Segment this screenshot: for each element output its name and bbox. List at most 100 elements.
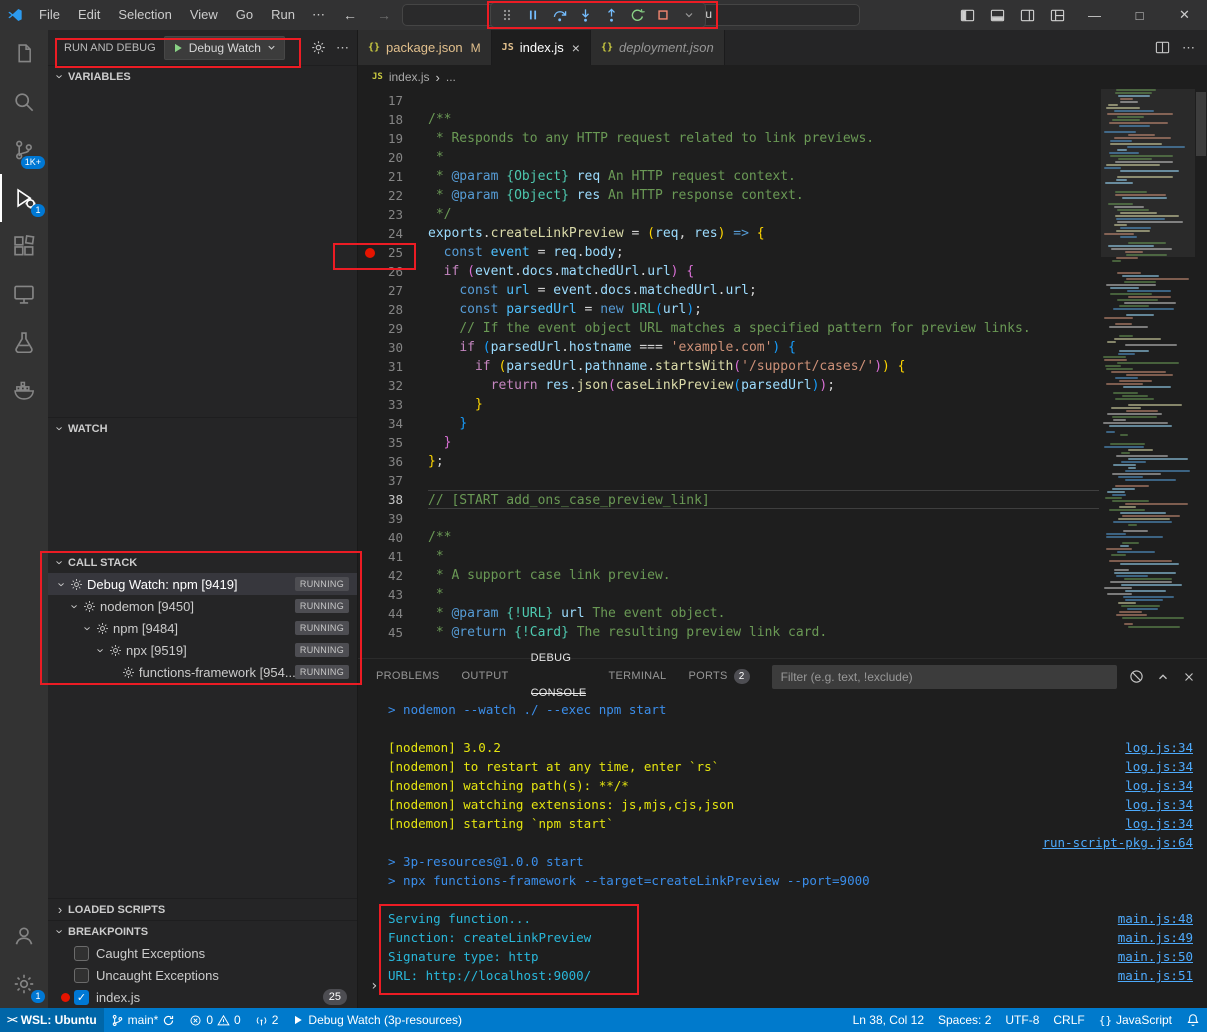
line-gutter[interactable]: 38 <box>358 490 428 509</box>
line-gutter[interactable]: 22 <box>358 186 428 205</box>
console-source-link[interactable]: log.js:34 <box>1125 776 1193 795</box>
line-gutter[interactable]: 34 <box>358 414 428 433</box>
cursor-position[interactable]: Ln 38, Col 12 <box>846 1008 931 1032</box>
minimap[interactable] <box>1101 89 1195 658</box>
accounts-icon[interactable] <box>0 912 48 960</box>
section-call-stack[interactable]: › CALL STACK <box>48 551 357 573</box>
code-line[interactable]: 33 } <box>358 395 1207 414</box>
run-and-debug-icon[interactable]: 1 <box>0 174 48 222</box>
testing-icon[interactable] <box>0 318 48 366</box>
code-line[interactable]: 41 * <box>358 547 1207 566</box>
code-line[interactable]: 27 const url = event.docs.matchedUrl.url… <box>358 281 1207 300</box>
code-line[interactable]: 18/** <box>358 110 1207 129</box>
customize-layout-icon[interactable] <box>1042 0 1072 30</box>
menu-file[interactable]: File <box>30 0 69 30</box>
line-gutter[interactable]: 40 <box>358 528 428 547</box>
line-gutter[interactable]: 32 <box>358 376 428 395</box>
source-control-icon[interactable]: 1K+ <box>0 126 48 174</box>
debug-console-output[interactable]: > nodemon --watch ./ --exec npm start[no… <box>358 694 1207 1008</box>
line-gutter[interactable]: 33 <box>358 395 428 414</box>
line-gutter[interactable]: 18 <box>358 110 428 129</box>
console-source-link[interactable]: log.js:34 <box>1125 738 1193 757</box>
line-gutter[interactable]: 25 <box>358 243 428 262</box>
menu-selection[interactable]: Selection <box>109 0 180 30</box>
remote-explorer-icon[interactable] <box>0 270 48 318</box>
close-button[interactable]: ✕ <box>1162 0 1207 30</box>
code-line[interactable]: 30 if (parsedUrl.hostname === 'example.c… <box>358 338 1207 357</box>
line-gutter[interactable]: 21 <box>358 167 428 186</box>
split-editor-icon[interactable] <box>1155 40 1170 55</box>
navigate-forward-icon[interactable]: → <box>367 7 401 23</box>
maximize-button[interactable]: □ <box>1117 0 1162 30</box>
close-panel-icon[interactable] <box>1182 670 1196 684</box>
code-line[interactable]: 19 * Responds to any HTTP request relate… <box>358 129 1207 148</box>
line-gutter[interactable]: 39 <box>358 509 428 528</box>
toggle-sidebar-icon[interactable] <box>952 0 982 30</box>
breadcrumb-file[interactable]: index.js <box>389 70 430 84</box>
search-icon[interactable] <box>0 78 48 126</box>
restart-icon[interactable] <box>625 4 649 26</box>
checkbox[interactable] <box>74 946 89 961</box>
code-editor[interactable]: 1718/**19 * Responds to any HTTP request… <box>358 89 1207 658</box>
tab-package-json[interactable]: {} package.json M <box>358 30 492 65</box>
toolbar-drag-handle[interactable] <box>495 4 519 26</box>
line-gutter[interactable]: 45 <box>358 623 428 642</box>
line-gutter[interactable]: 37 <box>358 471 428 490</box>
git-branch-status[interactable]: main* <box>104 1008 183 1032</box>
callstack-item[interactable]: ›npm [9484]RUNNING <box>48 617 357 639</box>
line-gutter[interactable]: 19 <box>358 129 428 148</box>
line-gutter[interactable]: 20 <box>358 148 428 167</box>
breadcrumb[interactable]: JS index.js › ... <box>358 65 1207 89</box>
open-launch-json-gear-icon[interactable] <box>311 40 326 55</box>
console-source-link[interactable]: log.js:34 <box>1125 757 1193 776</box>
console-source-link[interactable]: main.js:50 <box>1118 947 1193 966</box>
console-source-link[interactable]: run-script-pkg.js:64 <box>1042 833 1193 852</box>
explorer-icon[interactable] <box>0 30 48 78</box>
code-line[interactable]: 38// [START add_ons_case_preview_link] <box>358 490 1207 509</box>
stop-icon[interactable] <box>651 4 675 26</box>
step-out-icon[interactable] <box>599 4 623 26</box>
callstack-item[interactable]: ›Debug Watch: npm [9419]RUNNING <box>48 573 357 595</box>
code-line[interactable]: 29 // If the event object URL matches a … <box>358 319 1207 338</box>
indentation-status[interactable]: Spaces: 2 <box>931 1008 998 1032</box>
clear-console-icon[interactable] <box>1129 669 1144 684</box>
line-gutter[interactable]: 17 <box>358 91 428 110</box>
console-source-link[interactable]: main.js:51 <box>1118 966 1193 985</box>
tab-index-js[interactable]: JS index.js × <box>492 30 591 65</box>
line-gutter[interactable]: 43 <box>358 585 428 604</box>
eol-status[interactable]: CRLF <box>1046 1008 1091 1032</box>
line-gutter[interactable]: 23 <box>358 205 428 224</box>
code-line[interactable]: 23 */ <box>358 205 1207 224</box>
toggle-secondary-sidebar-icon[interactable] <box>1012 0 1042 30</box>
settings-gear-icon[interactable]: 1 <box>0 960 48 1008</box>
remote-indicator[interactable]: >< WSL: Ubuntu <box>0 1008 104 1032</box>
line-gutter[interactable]: 29 <box>358 319 428 338</box>
checkbox[interactable]: ✓ <box>74 990 89 1005</box>
section-watch[interactable]: › WATCH <box>48 417 357 439</box>
line-gutter[interactable]: 42 <box>358 566 428 585</box>
callstack-item[interactable]: ›nodemon [9450]RUNNING <box>48 595 357 617</box>
console-source-link[interactable]: main.js:48 <box>1118 909 1193 928</box>
tab-terminal[interactable]: TERMINAL <box>608 659 666 694</box>
code-line[interactable]: 32 return res.json(caseLinkPreview(parse… <box>358 376 1207 395</box>
console-input-chevron-icon[interactable]: › <box>370 978 378 994</box>
more-menus-icon[interactable]: ⋯ <box>304 7 333 23</box>
line-gutter[interactable]: 36 <box>358 452 428 471</box>
code-line[interactable]: 22 * @param {Object} res An HTTP respons… <box>358 186 1207 205</box>
code-line[interactable]: 31 if (parsedUrl.pathname.startsWith('/s… <box>358 357 1207 376</box>
code-line[interactable]: 26 if (event.docs.matchedUrl.url) { <box>358 262 1207 281</box>
code-line[interactable]: 20 * <box>358 148 1207 167</box>
navigate-back-icon[interactable]: ← <box>333 7 367 23</box>
code-line[interactable]: 21 * @param {Object} req An HTTP request… <box>358 167 1207 186</box>
code-line[interactable]: 40/** <box>358 528 1207 547</box>
menu-run[interactable]: Run <box>262 0 304 30</box>
problems-status[interactable]: 0 0 <box>182 1008 247 1032</box>
more-actions-icon[interactable]: ⋯ <box>336 40 349 56</box>
close-tab-icon[interactable]: × <box>572 40 580 56</box>
code-line[interactable]: 35 } <box>358 433 1207 452</box>
line-gutter[interactable]: 41 <box>358 547 428 566</box>
extensions-icon[interactable] <box>0 222 48 270</box>
line-gutter[interactable]: 31 <box>358 357 428 376</box>
code-line[interactable]: 17 <box>358 91 1207 110</box>
code-line[interactable]: 44 * @param {!URL} url The event object. <box>358 604 1207 623</box>
